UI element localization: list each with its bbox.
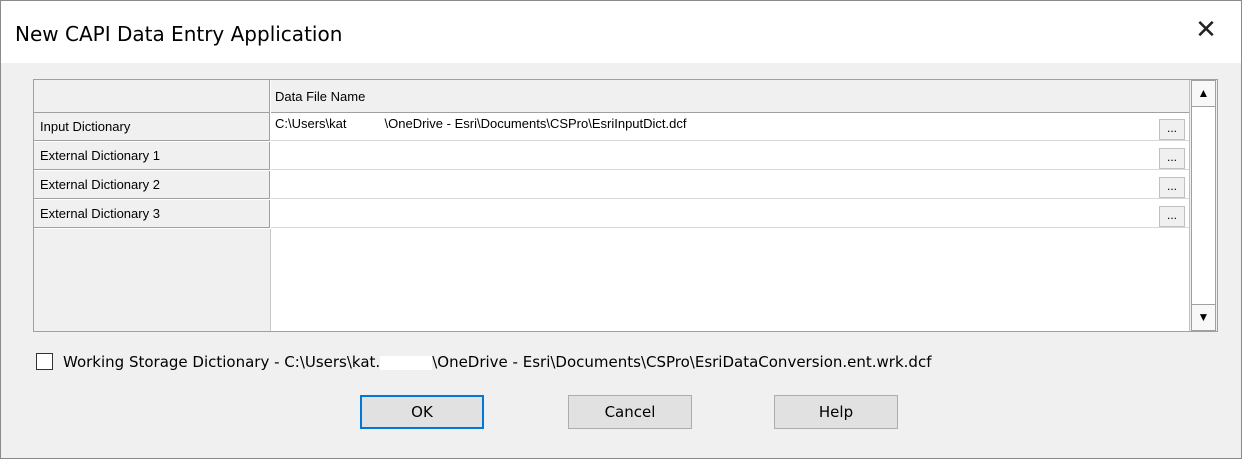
browse-button-external-dictionary-1[interactable]: ... bbox=[1159, 148, 1185, 169]
title-bar: New CAPI Data Entry Application ✕ bbox=[1, 1, 1241, 63]
grid-row-external-dictionary-2: External Dictionary 2 ... bbox=[34, 171, 1189, 200]
redaction-box bbox=[346, 117, 385, 132]
input-dictionary-path-part1: C:\Users\kat bbox=[275, 116, 347, 131]
close-icon[interactable]: ✕ bbox=[1189, 13, 1223, 47]
grid-row-external-dictionary-1: External Dictionary 1 ... bbox=[34, 142, 1189, 171]
grid-body: Data File Name Input Dictionary C:\Users… bbox=[34, 80, 1189, 331]
working-storage-checkbox[interactable] bbox=[36, 353, 53, 370]
external-dictionary-2-path-cell[interactable] bbox=[271, 171, 1189, 199]
vertical-scrollbar[interactable]: ▲ ▼ bbox=[1189, 80, 1217, 331]
grid-header-row: Data File Name bbox=[34, 80, 1189, 113]
grid-row-input-dictionary: Input Dictionary C:\Users\kat \OneDrive -… bbox=[34, 113, 1189, 142]
working-storage-label-part1: Working Storage Dictionary - C:\Users\ka… bbox=[63, 353, 381, 371]
working-storage-label[interactable]: Working Storage Dictionary - C:\Users\ka… bbox=[63, 352, 931, 372]
input-dictionary-path-part2: \OneDrive - Esri\Documents\CSPro\EsriInp… bbox=[384, 116, 687, 131]
input-dictionary-path-cell[interactable]: C:\Users\kat \OneDrive - Esri\Documents\C… bbox=[271, 113, 1189, 141]
browse-button-external-dictionary-2[interactable]: ... bbox=[1159, 177, 1185, 198]
grid-empty-row-header-area bbox=[34, 229, 271, 331]
column-header-data-file-name: Data File Name bbox=[271, 80, 1189, 113]
redaction-box bbox=[380, 355, 433, 370]
row-header-input-dictionary: Input Dictionary bbox=[34, 113, 270, 141]
row-header-external-dictionary-2: External Dictionary 2 bbox=[34, 171, 270, 199]
cancel-button[interactable]: Cancel bbox=[568, 395, 692, 429]
scroll-down-icon[interactable]: ▼ bbox=[1191, 304, 1216, 331]
help-button[interactable]: Help bbox=[774, 395, 898, 429]
dialog-title: New CAPI Data Entry Application bbox=[15, 22, 343, 46]
dictionary-grid: Data File Name Input Dictionary C:\Users… bbox=[33, 79, 1218, 332]
grid-row-external-dictionary-3: External Dictionary 3 ... bbox=[34, 200, 1189, 229]
scroll-up-icon[interactable]: ▲ bbox=[1191, 80, 1216, 107]
working-storage-label-part2: \OneDrive - Esri\Documents\CSPro\EsriDat… bbox=[432, 353, 932, 371]
browse-button-input-dictionary[interactable]: ... bbox=[1159, 119, 1185, 140]
browse-button-external-dictionary-3[interactable]: ... bbox=[1159, 206, 1185, 227]
row-header-external-dictionary-1: External Dictionary 1 bbox=[34, 142, 270, 170]
ok-button[interactable]: OK bbox=[360, 395, 484, 429]
scrollbar-track[interactable] bbox=[1191, 107, 1216, 304]
row-header-external-dictionary-3: External Dictionary 3 bbox=[34, 200, 270, 228]
external-dictionary-1-path-cell[interactable] bbox=[271, 142, 1189, 170]
grid-corner-header bbox=[34, 80, 270, 113]
new-capi-dialog: New CAPI Data Entry Application ✕ Data F… bbox=[0, 0, 1242, 459]
external-dictionary-3-path-cell[interactable] bbox=[271, 200, 1189, 228]
